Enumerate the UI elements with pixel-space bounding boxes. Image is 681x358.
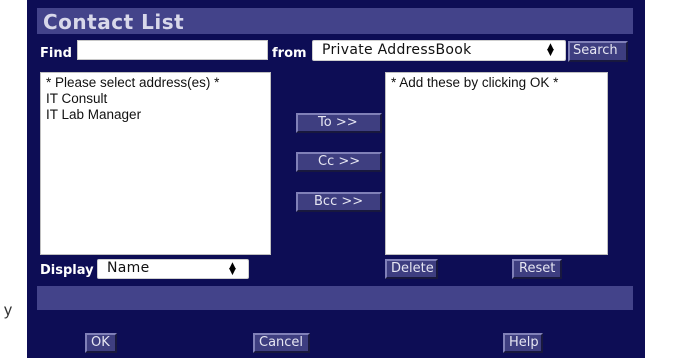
select-arrows-icon: ▲ ▼ [547,42,554,58]
cc-button[interactable]: Cc >> [296,152,382,172]
source-address-list[interactable]: * Please select address(es) * IT Consult… [40,72,271,255]
from-label: from [272,46,307,61]
selected-address-list[interactable]: * Add these by clicking OK * [385,72,608,255]
select-arrows-icon: ▲ ▼ [229,261,236,277]
list-item[interactable]: IT Lab Manager [46,107,265,123]
to-button[interactable]: To >> [296,113,382,133]
address-book-select-value: Private AddressBook [322,42,472,58]
ok-button[interactable]: OK [85,333,117,353]
search-button[interactable]: Search [568,41,628,62]
address-book-select[interactable]: Private AddressBook ▲ ▼ [312,40,566,61]
page-title: Contact List [43,10,185,34]
background-text-fragment: y [4,302,12,319]
list-item[interactable]: IT Consult [46,91,265,107]
reset-button[interactable]: Reset [512,259,562,279]
cancel-button[interactable]: Cancel [253,333,310,353]
list-item[interactable]: * Please select address(es) * [46,75,265,91]
delete-button[interactable]: Delete [385,259,438,279]
display-select[interactable]: Name ▲ ▼ [97,259,249,279]
display-label: Display [40,263,94,278]
display-select-value: Name [107,260,150,276]
find-label: Find [40,46,72,61]
help-button[interactable]: Help [503,333,543,353]
status-bar [37,286,633,310]
find-input[interactable] [77,40,268,60]
bcc-button[interactable]: Bcc >> [296,192,382,212]
list-item[interactable]: * Add these by clicking OK * [391,75,602,91]
